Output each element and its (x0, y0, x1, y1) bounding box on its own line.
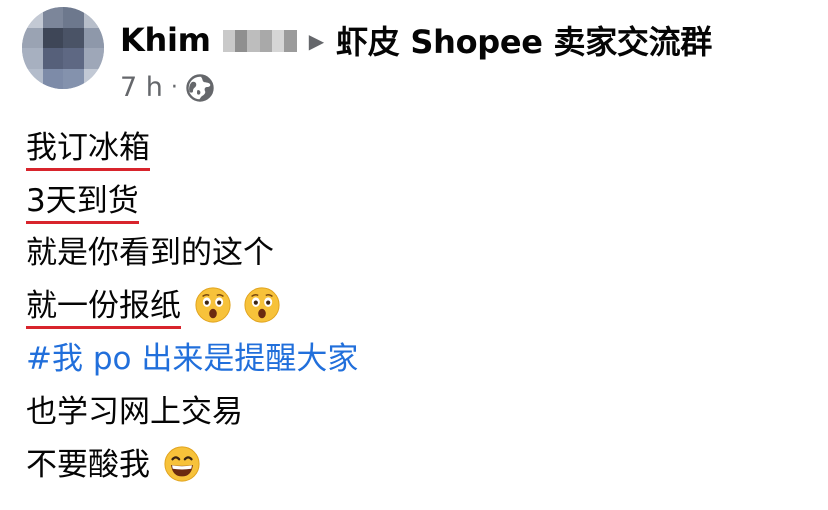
underlined-text: 3天到货 (26, 182, 139, 224)
avatar-pixel (22, 68, 43, 89)
post-text: 不要酸我 (26, 447, 150, 483)
avatar-pixel (83, 48, 104, 69)
avatar-pixel (63, 48, 84, 69)
underlined-text: 我订冰箱 (26, 129, 150, 171)
arrow-right-icon: ▶ (308, 29, 325, 53)
hashtag-link[interactable]: #我 po 出来是提醒大家 (26, 341, 358, 377)
grinning-face-icon (164, 445, 200, 482)
post-line-5: #我 po 出来是提醒大家 (26, 337, 358, 381)
post-text: 也学习网上交易 (26, 394, 243, 430)
avatar-pixel (22, 27, 43, 48)
underlined-text: 就一份报纸 (26, 287, 181, 329)
globe-icon[interactable] (185, 73, 215, 103)
post-line-3: 就是你看到的这个 (26, 231, 274, 275)
avatar[interactable] (22, 7, 104, 89)
avatar-pixel (42, 7, 63, 28)
avatar-pixel (83, 7, 104, 28)
blurred-surname (222, 30, 297, 52)
post-meta: 7 h · (120, 70, 215, 104)
author-name[interactable]: Khim (120, 21, 211, 59)
avatar-pixel (22, 7, 43, 28)
avatar-pixel (63, 27, 84, 48)
avatar-pixel (63, 7, 84, 28)
post-timestamp[interactable]: 7 h (120, 72, 163, 103)
meta-separator: · (170, 74, 178, 100)
avatar-pixel (42, 48, 63, 69)
avatar-pixel (42, 27, 63, 48)
post-line-1: 我订冰箱 (26, 126, 150, 171)
post-text: 就是你看到的这个 (26, 235, 274, 271)
avatar-pixel (63, 68, 84, 89)
astonished-face-icon (195, 286, 231, 323)
avatar-pixel (22, 48, 43, 69)
facebook-post: Khim ▶ 虾皮 Shopee 卖家交流群 7 h · 我订冰箱 3天到货 就… (0, 0, 828, 510)
group-name[interactable]: 虾皮 Shopee 卖家交流群 (336, 17, 712, 63)
avatar-pixel (42, 68, 63, 89)
post-line-4: 就一份报纸 (26, 284, 281, 329)
avatar-pixel (83, 27, 104, 48)
astonished-face-icon (244, 286, 280, 323)
post-line-2: 3天到货 (26, 179, 139, 224)
avatar-pixel (83, 68, 104, 89)
post-line-6: 也学习网上交易 (26, 390, 243, 434)
post-line-7: 不要酸我 (26, 443, 201, 487)
post-header: Khim ▶ 虾皮 Shopee 卖家交流群 (120, 18, 712, 62)
